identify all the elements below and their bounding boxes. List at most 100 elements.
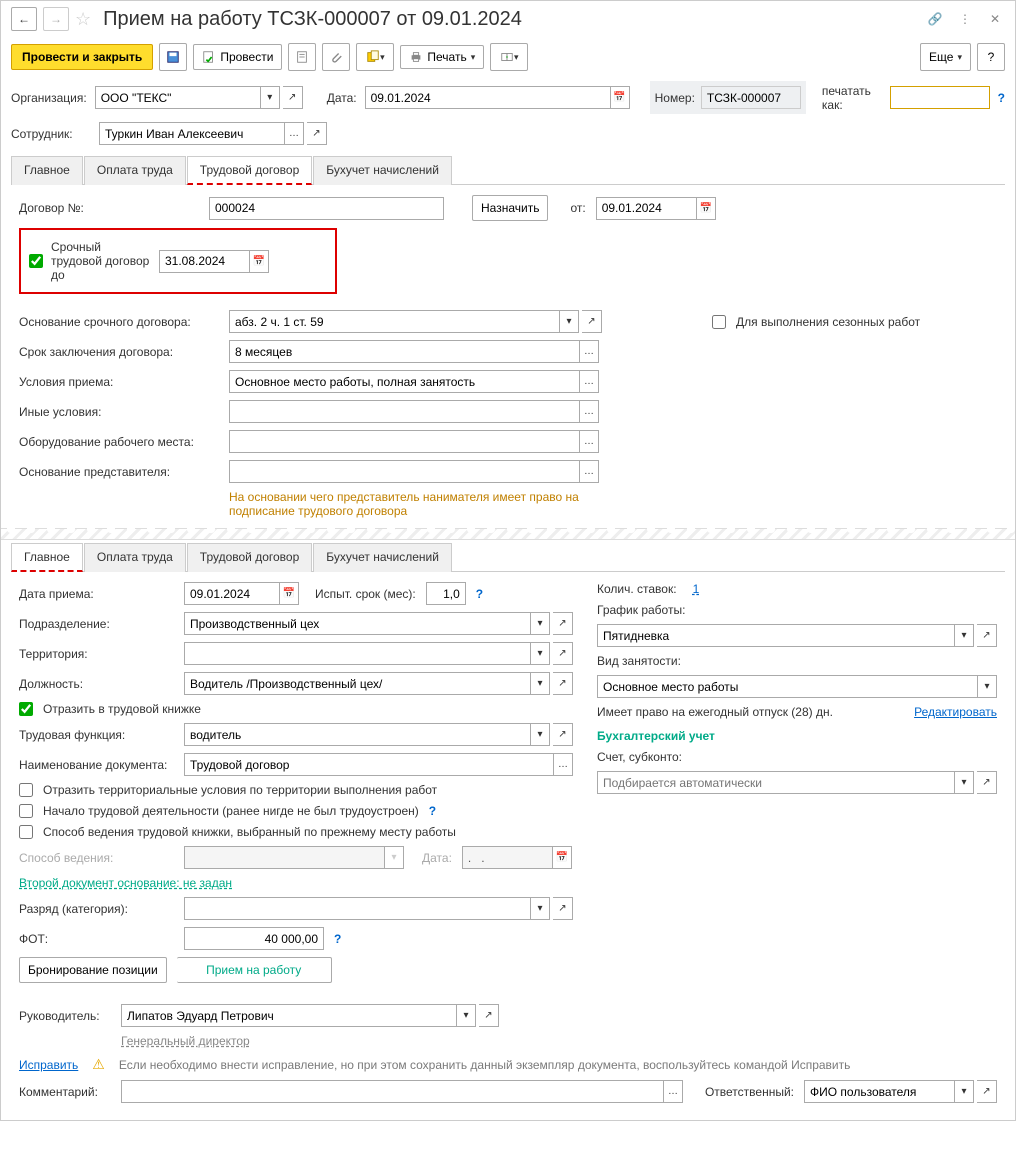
account-input[interactable]: [597, 771, 954, 794]
edit-vacation-link[interactable]: Редактировать: [914, 705, 997, 719]
calendar-icon[interactable]: 📅: [279, 582, 299, 605]
post-button[interactable]: Провести: [193, 44, 282, 70]
rank-input[interactable]: [184, 897, 530, 920]
select-icon[interactable]: …: [284, 122, 304, 145]
select-icon[interactable]: …: [579, 400, 599, 423]
open-icon[interactable]: ↗: [553, 612, 573, 635]
dropdown-icon[interactable]: ▾: [530, 672, 550, 695]
open-icon[interactable]: ↗: [479, 1004, 499, 1027]
comment-input[interactable]: [121, 1080, 663, 1103]
post-and-close-button[interactable]: Провести и закрыть: [11, 44, 153, 70]
org-input[interactable]: [95, 86, 260, 109]
open-icon[interactable]: ↗: [553, 897, 573, 920]
link-icon[interactable]: 🔗: [925, 9, 945, 29]
dropdown-icon[interactable]: ▾: [530, 642, 550, 665]
save-button[interactable]: [159, 43, 187, 71]
tab-accounting[interactable]: Бухучет начислений: [313, 156, 452, 185]
manager-input[interactable]: [121, 1004, 456, 1027]
hire-toggle-button[interactable]: Прием на работу: [177, 957, 332, 983]
open-icon[interactable]: ↗: [553, 672, 573, 695]
tab2-accounting[interactable]: Бухучет начислений: [313, 543, 452, 572]
create-based-button[interactable]: ▾: [356, 43, 394, 71]
nav-back-button[interactable]: ←: [11, 7, 37, 31]
dropdown-icon[interactable]: ▾: [954, 771, 974, 794]
fot-input[interactable]: [184, 927, 324, 950]
open-icon[interactable]: ↗: [307, 122, 327, 145]
term-input[interactable]: [229, 340, 579, 363]
terr-cond-checkbox[interactable]: [19, 783, 33, 797]
hire-date-input[interactable]: [184, 582, 279, 605]
dropdown-icon[interactable]: ▾: [456, 1004, 476, 1027]
open-icon[interactable]: ↗: [977, 771, 997, 794]
help-icon[interactable]: ?: [429, 804, 436, 818]
related-docs-button[interactable]: ▾: [490, 43, 528, 71]
number-input[interactable]: [701, 86, 801, 109]
territory-input[interactable]: [184, 642, 530, 665]
print-as-input[interactable]: [890, 86, 990, 109]
urgent-date-input[interactable]: [159, 250, 249, 273]
trial-input[interactable]: [426, 582, 466, 605]
doc-name-input[interactable]: [184, 753, 553, 776]
calendar-icon[interactable]: 📅: [610, 86, 630, 109]
calendar-icon[interactable]: 📅: [249, 250, 269, 273]
doc-button[interactable]: [288, 43, 316, 71]
dropdown-icon[interactable]: ▾: [559, 310, 579, 333]
dropdown-icon[interactable]: ▾: [530, 723, 550, 746]
rep-basis-input[interactable]: [229, 460, 579, 483]
tab2-pay[interactable]: Оплата труда: [84, 543, 186, 572]
help-icon[interactable]: ?: [334, 932, 341, 946]
responsible-input[interactable]: [804, 1080, 954, 1103]
close-icon[interactable]: ✕: [985, 9, 1005, 29]
rates-link[interactable]: 1: [693, 582, 700, 596]
help-icon[interactable]: ?: [998, 91, 1005, 105]
attach-button[interactable]: [322, 43, 350, 71]
open-icon[interactable]: ↗: [977, 624, 997, 647]
tab-main[interactable]: Главное: [11, 156, 83, 185]
select-icon[interactable]: …: [579, 340, 599, 363]
favorite-star-icon[interactable]: ☆: [75, 9, 91, 30]
dropdown-icon[interactable]: ▾: [530, 897, 550, 920]
help-button[interactable]: ?: [977, 43, 1005, 71]
open-icon[interactable]: ↗: [283, 86, 303, 109]
select-icon[interactable]: …: [663, 1080, 683, 1103]
kebab-menu-icon[interactable]: ⋮: [955, 9, 975, 29]
seasonal-checkbox[interactable]: [712, 315, 726, 329]
division-input[interactable]: [184, 612, 530, 635]
manager-title-link[interactable]: Генеральный директор: [121, 1034, 250, 1048]
dropdown-icon[interactable]: ▾: [260, 86, 280, 109]
dropdown-icon[interactable]: ▾: [977, 675, 997, 698]
calendar-icon[interactable]: 📅: [696, 197, 716, 220]
select-icon[interactable]: …: [579, 430, 599, 453]
open-icon[interactable]: ↗: [977, 1080, 997, 1103]
fix-link[interactable]: Исправить: [19, 1058, 78, 1072]
nav-forward-button[interactable]: →: [43, 7, 69, 31]
print-button[interactable]: Печать ▾: [400, 45, 484, 69]
emptype-input[interactable]: [597, 675, 977, 698]
open-icon[interactable]: ↗: [553, 642, 573, 665]
workbook-checkbox[interactable]: [19, 702, 33, 716]
equipment-input[interactable]: [229, 430, 579, 453]
contract-num-input[interactable]: [209, 197, 444, 220]
tab2-contract[interactable]: Трудовой договор: [187, 543, 312, 572]
schedule-input[interactable]: [597, 624, 954, 647]
method-prev-checkbox[interactable]: [19, 825, 33, 839]
open-icon[interactable]: ↗: [582, 310, 602, 333]
dropdown-icon[interactable]: ▾: [954, 1080, 974, 1103]
help-icon[interactable]: ?: [476, 587, 483, 601]
position-input[interactable]: [184, 672, 530, 695]
more-button[interactable]: Еще ▾: [920, 43, 971, 71]
second-doc-link[interactable]: Второй документ основание: не задан: [19, 876, 232, 890]
dropdown-icon[interactable]: ▾: [530, 612, 550, 635]
tab-contract[interactable]: Трудовой договор: [187, 156, 312, 185]
reserve-position-button[interactable]: Бронирование позиции: [19, 957, 167, 983]
func-input[interactable]: [184, 723, 530, 746]
date-input[interactable]: [365, 86, 610, 109]
open-icon[interactable]: ↗: [553, 723, 573, 746]
urgent-contract-checkbox[interactable]: [29, 254, 43, 268]
dropdown-icon[interactable]: ▾: [954, 624, 974, 647]
assign-button[interactable]: Назначить: [472, 195, 548, 221]
conditions-input[interactable]: [229, 370, 579, 393]
tab-pay[interactable]: Оплата труда: [84, 156, 186, 185]
select-icon[interactable]: …: [579, 460, 599, 483]
select-icon[interactable]: …: [553, 753, 573, 776]
